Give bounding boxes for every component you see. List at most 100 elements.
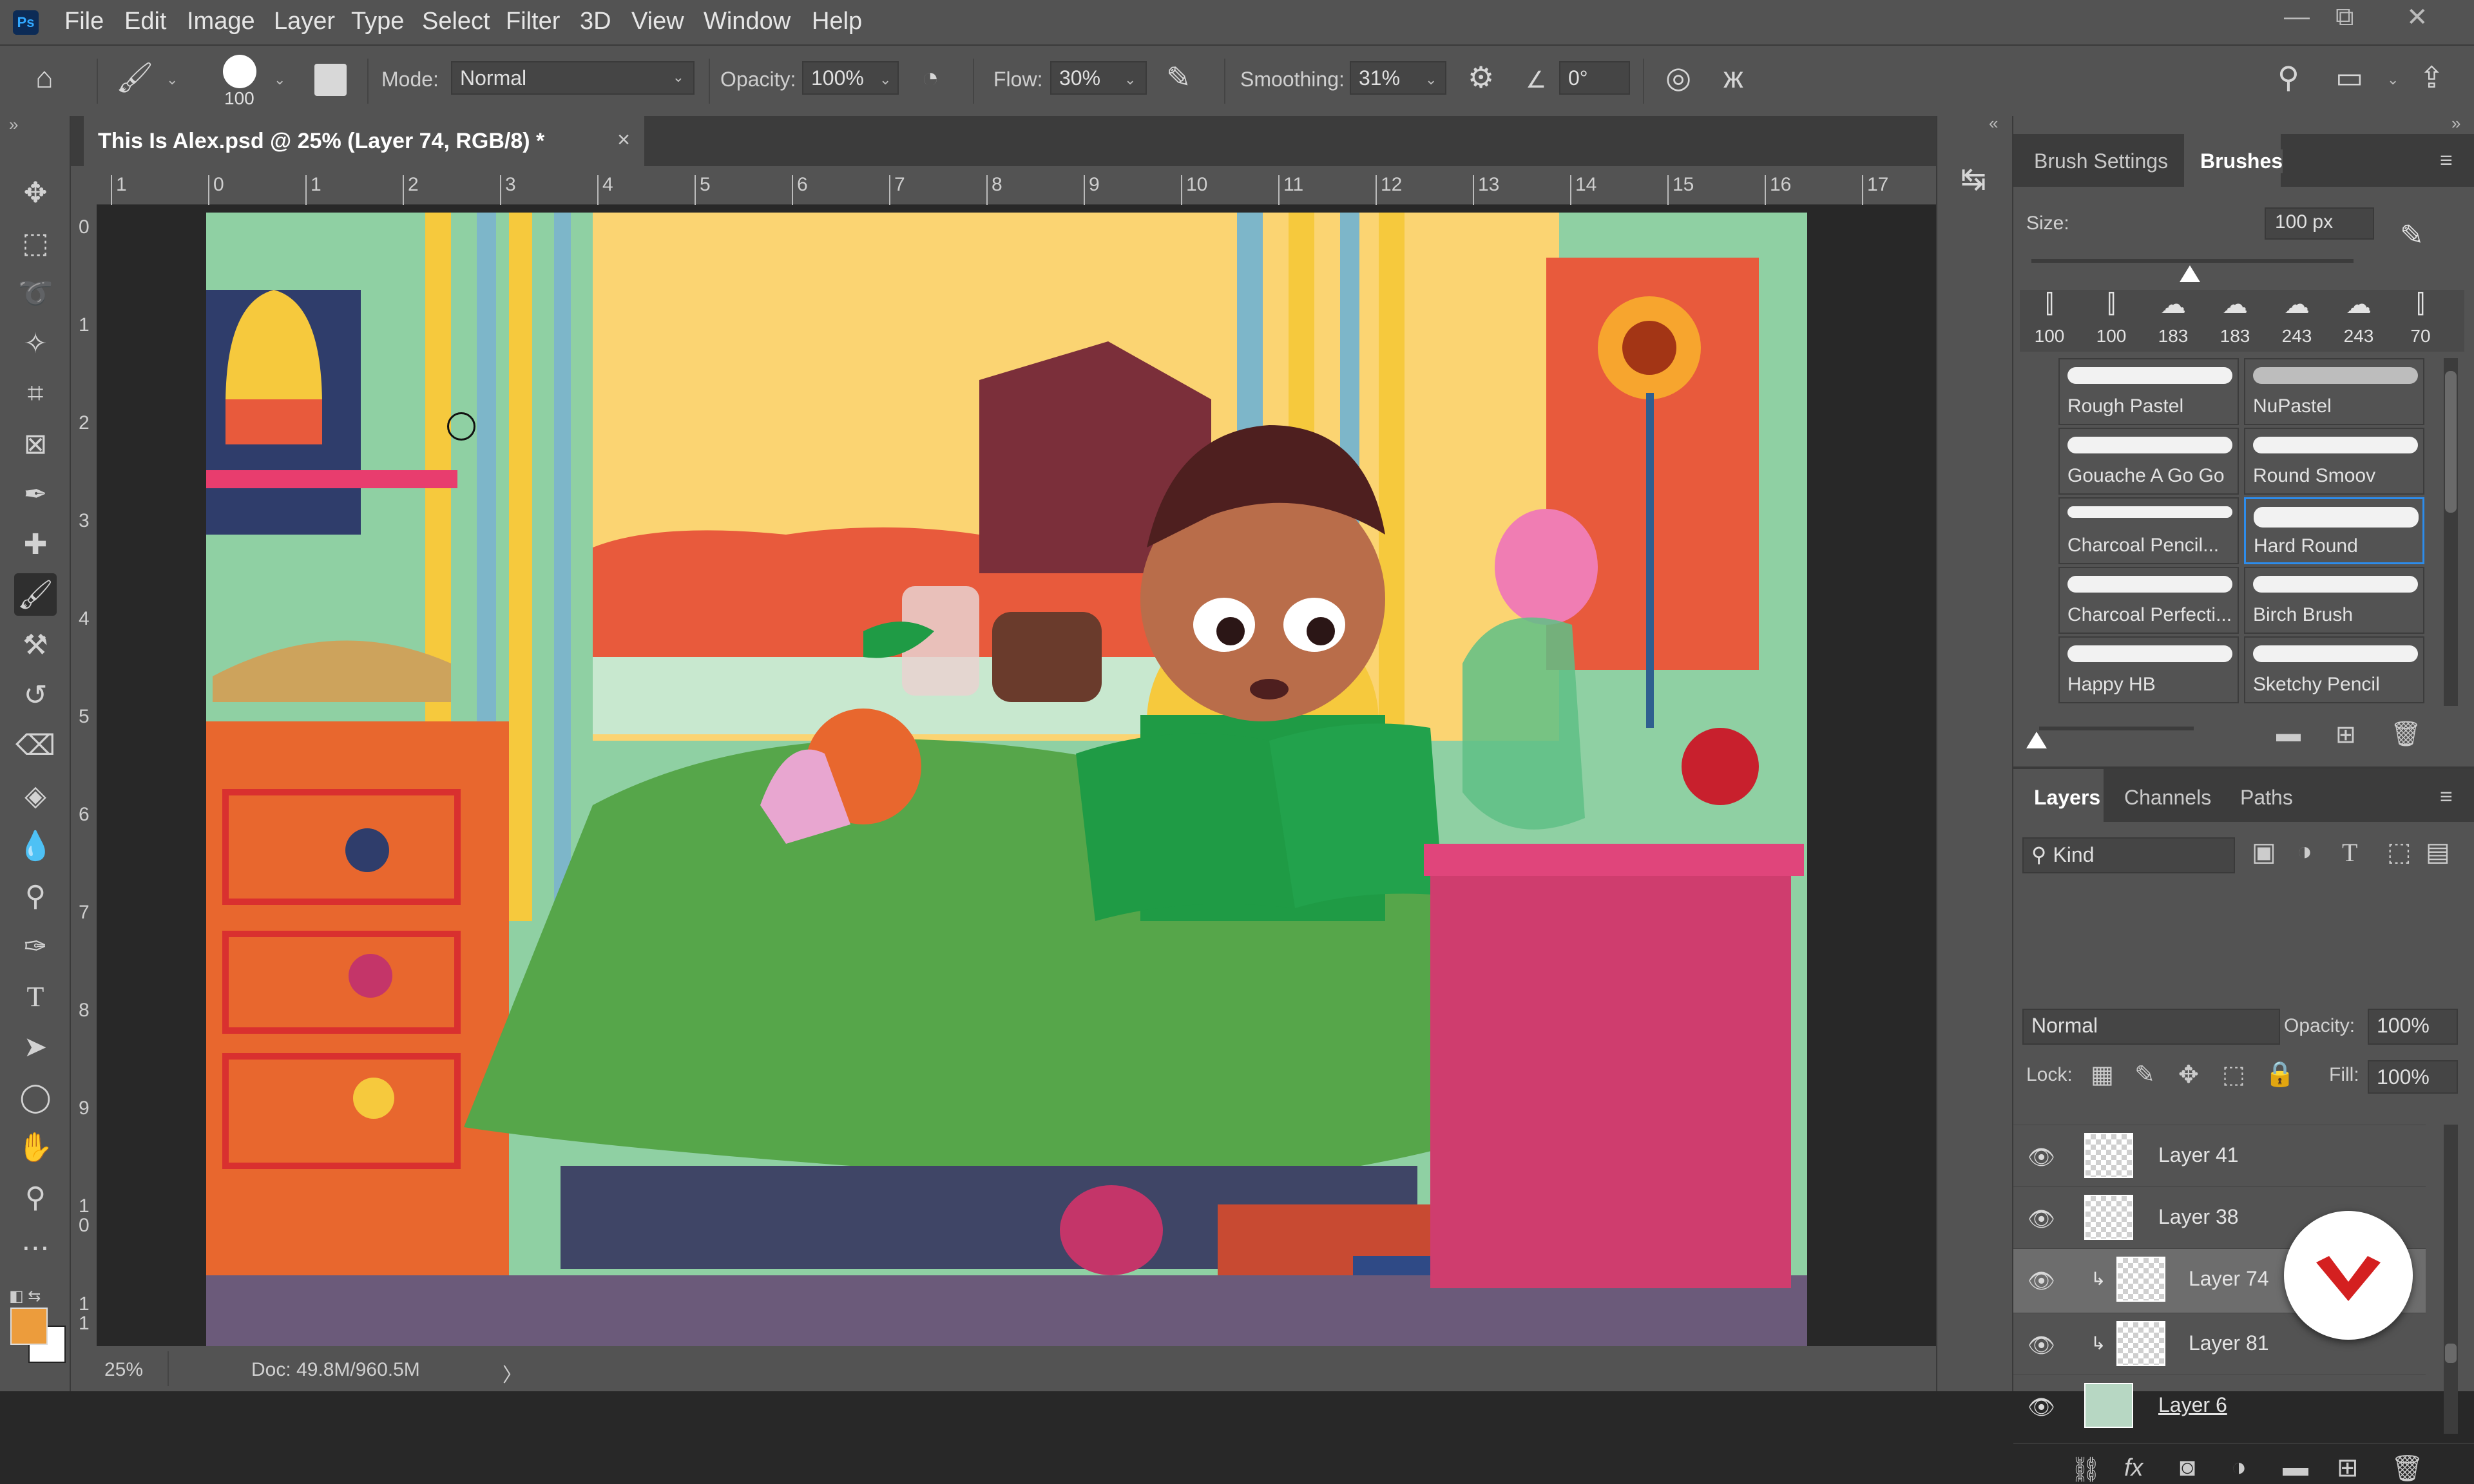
brush-size-preview[interactable] <box>223 55 256 88</box>
delete-layer-icon[interactable]: 🗑 <box>2391 1453 2424 1483</box>
preset-243b[interactable]: ☁ 243 <box>2329 290 2388 352</box>
eraser-tool-icon[interactable]: ⌫ <box>14 724 57 766</box>
chevron-down-icon[interactable]: ⌄ <box>879 71 891 88</box>
filter-smart-object-icon[interactable]: ▤ <box>2426 837 2450 867</box>
menu-layer[interactable]: Layer <box>274 8 335 35</box>
frame-tool-icon[interactable]: ⊠ <box>14 423 57 465</box>
move-tool-icon[interactable]: ✥ <box>14 171 57 214</box>
tab-layers[interactable]: Layers <box>2034 786 2101 810</box>
menu-filter[interactable]: Filter <box>506 8 560 35</box>
filter-pixel-icon[interactable]: ▣ <box>2252 837 2276 867</box>
brush-tool-preset-icon[interactable]: 🖌 <box>116 60 153 95</box>
brush-size-input[interactable]: 100 px <box>2265 207 2374 240</box>
preview-size-slider-thumb[interactable] <box>2026 732 2047 748</box>
close-window-button[interactable]: ✕ <box>2406 3 2428 32</box>
canvas-artwork[interactable] <box>206 213 1807 1346</box>
menu-3d[interactable]: 3D <box>580 8 611 35</box>
scrollbar-thumb[interactable] <box>2445 1344 2457 1363</box>
collapse-dock-icon[interactable]: « <box>1989 113 1998 133</box>
preset-70[interactable]: ⫿ 70 <box>2391 290 2450 352</box>
search-icon[interactable]: ⚲ <box>2277 60 2299 95</box>
smoothing-settings-gear-icon[interactable]: ⚙ <box>1468 60 1494 95</box>
ellipse-tool-icon[interactable]: ◯ <box>14 1076 57 1118</box>
document-tab[interactable]: This Is Alex.psd @ 25% (Layer 74, RGB/8)… <box>84 116 644 166</box>
chevron-down-icon[interactable]: ⌄ <box>2387 71 2399 88</box>
foreground-color-swatch[interactable] <box>10 1308 48 1345</box>
brush-birch[interactable]: Birch Brush <box>2244 567 2424 634</box>
layer-row-6[interactable]: 👁 Layer 6 <box>2013 1375 2426 1436</box>
lock-transparency-icon[interactable]: ▦ <box>2091 1060 2114 1089</box>
zoom-level[interactable]: 25% <box>104 1359 143 1381</box>
pressure-opacity-icon[interactable]: ◔ <box>921 60 939 95</box>
new-layer-icon[interactable]: ⊞ <box>2337 1453 2359 1483</box>
default-colors-icon[interactable]: ◧ ⇆ <box>9 1287 41 1306</box>
brush-nupastel[interactable]: NuPastel <box>2244 358 2424 425</box>
panel-menu-icon[interactable]: ≡ <box>2440 785 2453 810</box>
type-tool-icon[interactable]: T <box>14 975 57 1018</box>
eye-icon[interactable]: 👁 <box>2028 1333 2055 1358</box>
menu-window[interactable]: Window <box>704 8 791 35</box>
menu-type[interactable]: Type <box>351 8 404 35</box>
brush-charcoal-perfecti[interactable]: Charcoal Perfecti... <box>2058 567 2239 634</box>
layers-scrollbar[interactable] <box>2444 1125 2458 1434</box>
photoshop-logo[interactable]: Ps <box>13 10 39 35</box>
symmetry-butterfly-icon[interactable]: ж <box>1723 60 1743 95</box>
lock-image-icon[interactable]: ✎ <box>2134 1060 2155 1089</box>
layer-filter-kind-select[interactable]: ⚲ Kind <box>2022 837 2235 873</box>
eye-icon[interactable]: 👁 <box>2028 1268 2055 1294</box>
brush-hard-round[interactable]: Hard Round <box>2244 497 2424 564</box>
eyedropper-tool-icon[interactable]: ✒ <box>14 473 57 515</box>
lock-artboard-icon[interactable]: ⬚ <box>2222 1060 2245 1089</box>
dodge-tool-icon[interactable]: ⚲ <box>14 875 57 917</box>
hand-tool-icon[interactable]: ✋ <box>14 1126 57 1168</box>
crop-tool-icon[interactable]: ⌗ <box>14 372 57 415</box>
chevron-down-icon[interactable]: ⌄ <box>274 71 285 88</box>
lock-position-icon[interactable]: ✥ <box>2178 1060 2199 1089</box>
brush-gouache[interactable]: Gouache A Go Go <box>2058 428 2239 495</box>
more-tools-icon[interactable]: ⋯ <box>14 1226 57 1269</box>
collapse-panel-icon[interactable]: » <box>9 115 18 135</box>
menu-file[interactable]: File <box>64 8 104 35</box>
tab-brushes[interactable]: Brushes <box>2200 149 2283 173</box>
eye-icon[interactable]: 👁 <box>2028 1394 2055 1420</box>
magic-wand-tool-icon[interactable]: ✧ <box>14 322 57 365</box>
healing-brush-tool-icon[interactable]: ✚ <box>14 523 57 566</box>
filter-adjustment-icon[interactable]: ◑ <box>2297 837 2312 866</box>
brush-rough-pastel[interactable]: Rough Pastel <box>2058 358 2239 425</box>
eye-icon[interactable]: 👁 <box>2028 1206 2055 1232</box>
workspace-icon[interactable]: ▭ <box>2335 60 2363 95</box>
blur-tool-icon[interactable]: 💧 <box>14 824 57 867</box>
layer-row-41[interactable]: 👁 Layer 41 <box>2013 1125 2426 1186</box>
preset-243a[interactable]: ☁ 243 <box>2267 290 2326 352</box>
layer-blend-mode-select[interactable]: Normal <box>2022 1009 2280 1045</box>
add-mask-icon[interactable]: ◙ <box>2180 1453 2195 1482</box>
size-slider-thumb[interactable] <box>2180 265 2200 282</box>
path-selection-tool-icon[interactable]: ➤ <box>14 1025 57 1068</box>
create-brush-icon[interactable]: ✎ <box>2400 219 2424 252</box>
filter-shape-icon[interactable]: ⬚ <box>2387 837 2412 867</box>
history-panel-icon[interactable]: ↹ <box>1961 161 1986 197</box>
menu-help[interactable]: Help <box>812 8 862 35</box>
angle-input[interactable]: 0° <box>1559 61 1630 95</box>
tab-channels[interactable]: Channels <box>2124 786 2211 810</box>
adjustment-layer-icon[interactable]: ◑ <box>2231 1453 2247 1482</box>
brush-charcoal-pencil[interactable]: Charcoal Pencil... <box>2058 497 2239 564</box>
link-layers-icon[interactable]: ⛓ <box>2070 1456 2101 1484</box>
brush-round-smoov[interactable]: Round Smoov <box>2244 428 2424 495</box>
chevron-down-icon[interactable]: ⌄ <box>166 71 178 88</box>
scrollbar-thumb[interactable] <box>2445 371 2457 513</box>
filter-type-icon[interactable]: T <box>2342 837 2357 868</box>
panel-menu-icon[interactable]: ≡ <box>2440 148 2453 173</box>
marquee-tool-icon[interactable]: ⬚ <box>14 222 57 264</box>
chevron-down-icon[interactable]: ⌄ <box>1425 71 1437 88</box>
menu-edit[interactable]: Edit <box>124 8 166 35</box>
brush-panel-toggle-icon[interactable] <box>314 64 347 96</box>
layer-style-fx-icon[interactable]: fx <box>2124 1454 2143 1482</box>
document-size-info[interactable]: Doc: 49.8M/960.5M <box>251 1359 420 1381</box>
pen-tool-icon[interactable]: ✑ <box>14 925 57 967</box>
size-slider-track[interactable] <box>2031 259 2354 263</box>
pressure-size-icon[interactable]: ◎ <box>1665 60 1691 95</box>
preset-183a[interactable]: ☁ 183 <box>2143 290 2203 352</box>
new-group-folder-icon[interactable]: ▬ <box>2276 720 2301 748</box>
fill-input[interactable]: 100% <box>2368 1060 2458 1094</box>
